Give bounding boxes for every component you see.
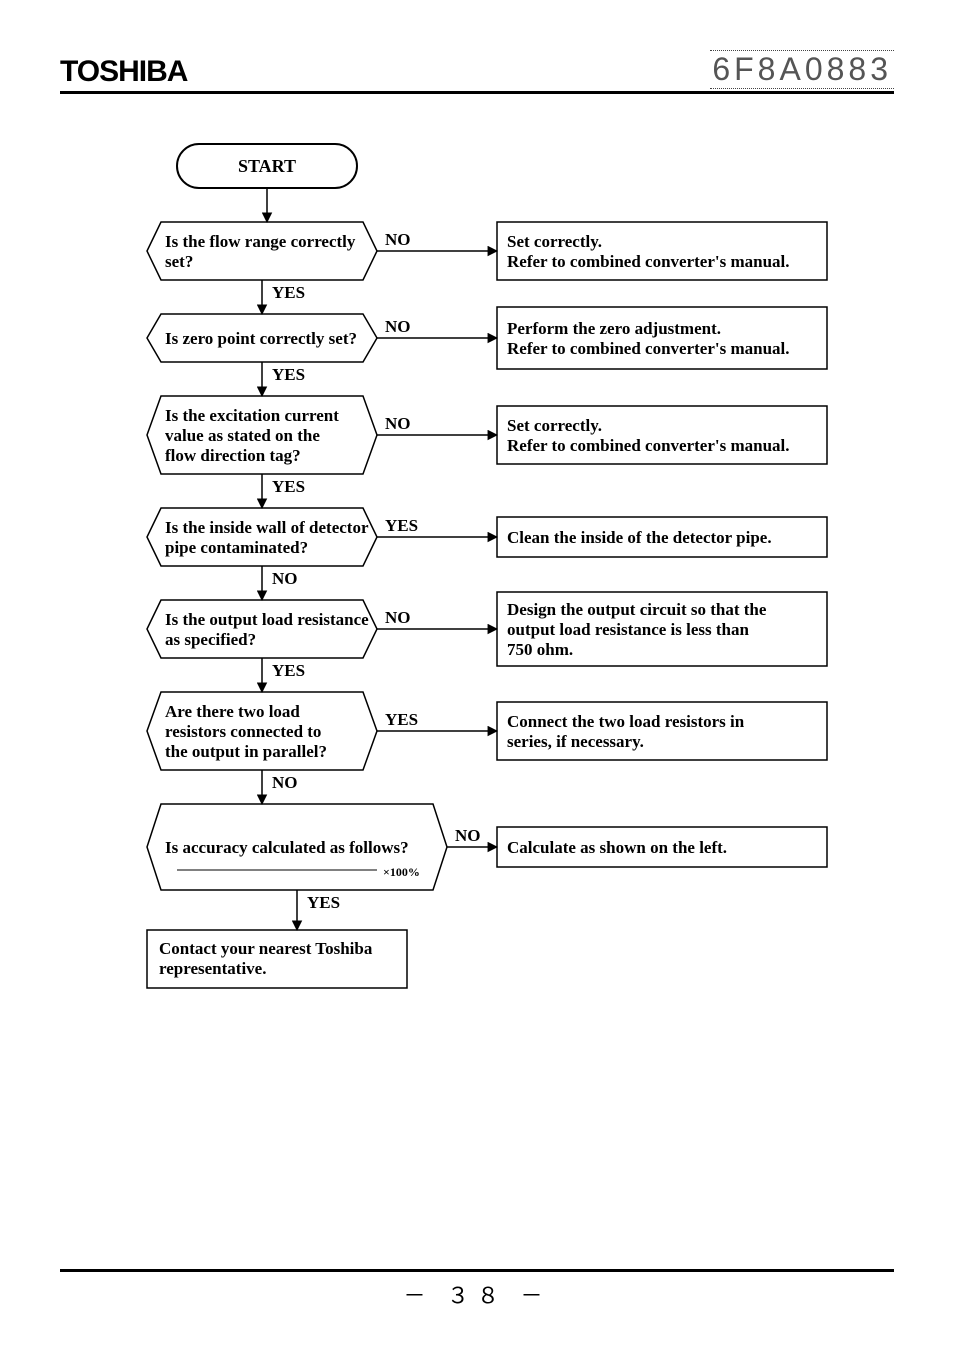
svg-text:NO: NO bbox=[272, 569, 298, 588]
svg-text:Is the inside wall of detector: Is the inside wall of detector bbox=[165, 518, 369, 537]
svg-text:Refer to combined converter's: Refer to combined converter's manual. bbox=[507, 436, 790, 455]
svg-text:series, if necessary.: series, if necessary. bbox=[507, 732, 644, 751]
svg-text:YES: YES bbox=[272, 283, 305, 302]
svg-text:Contact your nearest Toshiba: Contact your nearest Toshiba bbox=[159, 939, 373, 958]
svg-text:Are there two load: Are there two load bbox=[165, 702, 300, 721]
svg-text:Connect the two load resistors: Connect the two load resistors in bbox=[507, 712, 745, 731]
svg-text:output load resistance is less: output load resistance is less than bbox=[507, 620, 750, 639]
svg-text:Is the output load resistance: Is the output load resistance bbox=[165, 610, 369, 629]
svg-text:YES: YES bbox=[385, 710, 418, 729]
svg-text:Is accuracy calculated as foll: Is accuracy calculated as follows? bbox=[165, 838, 409, 857]
svg-text:Refer to combined converter's: Refer to combined converter's manual. bbox=[507, 252, 790, 271]
svg-text:Set correctly.: Set correctly. bbox=[507, 232, 602, 251]
svg-text:NO: NO bbox=[455, 826, 481, 845]
page-number: － ３８ － bbox=[0, 1278, 954, 1310]
svg-text:Set correctly.: Set correctly. bbox=[507, 416, 602, 435]
svg-text:YES: YES bbox=[307, 893, 340, 912]
svg-text:as specified?: as specified? bbox=[165, 630, 256, 649]
svg-text:representative.: representative. bbox=[159, 959, 266, 978]
svg-text:750 ohm.: 750 ohm. bbox=[507, 640, 573, 659]
svg-text:NO: NO bbox=[385, 414, 411, 433]
svg-text:resistors connected to: resistors connected to bbox=[165, 722, 321, 741]
flowchart-diagram: START Is the flow range correctlyset? NO Se… bbox=[97, 134, 857, 1194]
svg-text:set?: set? bbox=[165, 252, 193, 271]
svg-text:NO: NO bbox=[385, 230, 411, 249]
svg-text:YES: YES bbox=[272, 661, 305, 680]
svg-text:Is the excitation current: Is the excitation current bbox=[165, 406, 339, 425]
svg-text:flow direction tag?: flow direction tag? bbox=[165, 446, 301, 465]
page-header: TOSHIBA 6F8A0883 bbox=[60, 50, 894, 94]
svg-text:Clean the inside of the detect: Clean the inside of the detector pipe. bbox=[507, 528, 772, 547]
footer-rule bbox=[60, 1269, 894, 1272]
svg-text:Is zero point correctly set?: Is zero point correctly set? bbox=[165, 329, 357, 348]
svg-text:pipe contaminated?: pipe contaminated? bbox=[165, 538, 308, 557]
svg-text:NO: NO bbox=[385, 317, 411, 336]
svg-text:Refer to combined converter's: Refer to combined converter's manual. bbox=[507, 339, 790, 358]
svg-text:NO: NO bbox=[272, 773, 298, 792]
svg-text:value as stated on the: value as stated on the bbox=[165, 426, 320, 445]
svg-text:YES: YES bbox=[385, 516, 418, 535]
svg-text:START: START bbox=[238, 156, 296, 176]
svg-text:the output in parallel?: the output in parallel? bbox=[165, 742, 327, 761]
svg-text:Perform the zero adjustment.: Perform the zero adjustment. bbox=[507, 319, 721, 338]
svg-text:YES: YES bbox=[272, 365, 305, 384]
svg-text:Design the output circuit so t: Design the output circuit so that the bbox=[507, 600, 767, 619]
svg-text:Is the flow range correctly: Is the flow range correctly bbox=[165, 232, 356, 251]
brand-logo: TOSHIBA bbox=[60, 55, 187, 89]
svg-text:Calculate as shown on the left: Calculate as shown on the left. bbox=[507, 838, 727, 857]
svg-text:YES: YES bbox=[272, 477, 305, 496]
svg-text:×100%: ×100% bbox=[383, 865, 420, 879]
document-number: 6F8A0883 bbox=[710, 50, 894, 89]
svg-text:NO: NO bbox=[385, 608, 411, 627]
